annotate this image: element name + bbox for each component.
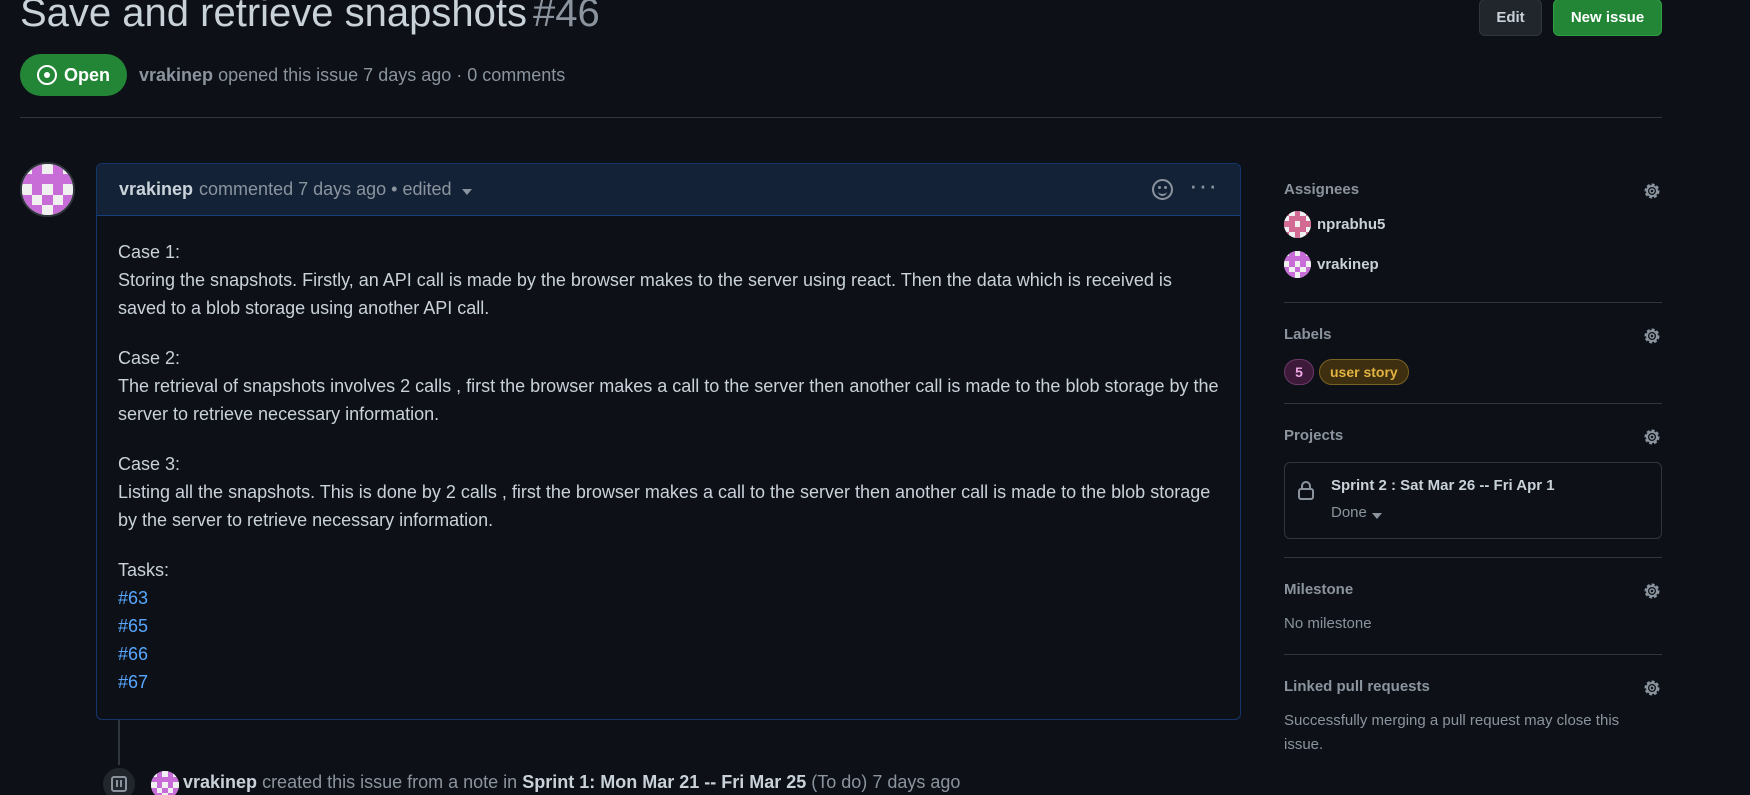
case-paragraph: Case 1: Storing the snapshots. Firstly, … (118, 238, 1222, 322)
timeline-project-link[interactable]: Sprint 1: Mon Mar 21 -- Fri Mar 25 (522, 772, 806, 792)
projects-title: Projects (1284, 427, 1344, 444)
comment-body: Case 1: Storing the snapshots. Firstly, … (97, 216, 1240, 696)
case-text: Listing all the snapshots. This is done … (118, 482, 1211, 530)
timeline-time: 7 days ago (872, 772, 961, 792)
milestone-title: Milestone (1284, 581, 1354, 598)
labels-title: Labels (1284, 326, 1332, 343)
project-card[interactable]: Sprint 2 : Sat Mar 26 -- Fri Apr 1 Done (1284, 462, 1662, 539)
assignees-section: Assignees nprabhu5 vrakinep (1284, 176, 1662, 303)
lock-icon (1298, 481, 1314, 500)
case-heading: Case 3: (118, 454, 181, 474)
identicon-icon (1284, 210, 1311, 238)
comment-header: vrakinep commented 7 days ago • edited ·… (97, 164, 1240, 216)
gear-icon[interactable] (1642, 678, 1662, 698)
issue-title-text: Save and retrieve snapshots (20, 0, 527, 35)
task-link[interactable]: #63 (118, 584, 1222, 612)
linked-prs-section: Linked pull requests Successfully mergin… (1284, 673, 1662, 775)
gear-icon[interactable] (1642, 326, 1662, 346)
edit-button[interactable]: Edit (1479, 0, 1542, 36)
timeline-line (118, 720, 120, 765)
identicon-icon (1284, 250, 1311, 278)
linked-prs-text: Successfully merging a pull request may … (1284, 712, 1620, 753)
comment-box: vrakinep commented 7 days ago • edited ·… (96, 163, 1241, 720)
case-heading: Case 1: (118, 242, 181, 262)
issue-number: #46 (532, 0, 600, 35)
case-heading: Case 2: (118, 348, 181, 368)
timeline-pre: created this issue from a note in (262, 772, 518, 792)
issue-author-link[interactable]: vrakinep (139, 65, 213, 85)
gear-icon[interactable] (1642, 581, 1662, 601)
assignee-name: vrakinep (1317, 255, 1379, 273)
identicon-icon (151, 771, 179, 795)
issue-meta: Open vrakinep opened this issue 7 days a… (20, 54, 565, 96)
avatar[interactable] (20, 162, 75, 217)
comment-actions: ··· (1152, 172, 1218, 200)
timeline-event-badge (101, 766, 137, 795)
timeline-author-link[interactable]: vrakinep (183, 772, 257, 792)
chevron-down-icon (1371, 513, 1382, 519)
task-link[interactable]: #65 (118, 612, 1222, 640)
label-badge[interactable]: user story (1319, 359, 1409, 385)
header-actions: Edit New issue (1479, 0, 1662, 36)
gear-icon[interactable] (1642, 427, 1662, 447)
issue-title: Save and retrieve snapshots #46 (20, 0, 600, 36)
timeline-column: (To do) (811, 772, 868, 792)
project-status-dropdown[interactable]: Done (1331, 504, 1645, 521)
kebab-menu-icon[interactable]: ··· (1189, 172, 1218, 198)
status-label: Open (64, 64, 111, 85)
milestone-section: Milestone No milestone (1284, 576, 1662, 655)
project-icon (111, 776, 127, 792)
identicon-icon (22, 164, 73, 215)
linked-prs-title: Linked pull requests (1284, 678, 1430, 695)
assignee-name: nprabhu5 (1317, 215, 1386, 233)
header-divider (20, 117, 1662, 118)
task-link[interactable]: #67 (118, 668, 1222, 696)
assignee-item[interactable]: vrakinep (1284, 244, 1662, 284)
case-paragraph: Case 3: Listing all the snapshots. This … (118, 450, 1222, 534)
issue-opened-text: opened this issue 7 days ago · 0 comment… (218, 64, 566, 85)
case-text: The retrieval of snapshots involves 2 ca… (118, 376, 1219, 424)
projects-section: Projects Sprint 2 : Sat Mar 26 -- Fri Ap… (1284, 422, 1662, 558)
tasks-heading: Tasks: (118, 560, 170, 580)
comment-author-link[interactable]: vrakinep (119, 179, 193, 200)
milestone-value: No milestone (1284, 615, 1372, 632)
tasks-list: Tasks: #63 #65 #66 #67 (118, 556, 1222, 696)
project-status: Done (1331, 504, 1367, 521)
new-issue-button[interactable]: New issue (1553, 0, 1662, 36)
gear-icon[interactable] (1642, 181, 1662, 201)
timeline-event-text: vrakinep created this issue from a note … (183, 772, 960, 793)
reaction-smiley-icon[interactable] (1152, 179, 1174, 200)
labels-list: 5 user story (1284, 359, 1662, 385)
case-text: Storing the snapshots. Firstly, an API c… (118, 270, 1172, 318)
issue-open-icon (37, 65, 57, 85)
project-name[interactable]: Sprint 2 : Sat Mar 26 -- Fri Apr 1 (1331, 477, 1645, 494)
avatar (1284, 250, 1311, 278)
assignee-item[interactable]: nprabhu5 (1284, 204, 1662, 244)
comment-meta: commented 7 days ago • edited (199, 179, 452, 199)
task-link[interactable]: #66 (118, 640, 1222, 668)
label-badge[interactable]: 5 (1284, 359, 1314, 385)
case-paragraph: Case 2: The retrieval of snapshots invol… (118, 344, 1222, 428)
issue-meta-text: vrakinep opened this issue 7 days ago · … (139, 65, 565, 86)
assignees-title: Assignees (1284, 181, 1360, 198)
avatar (1284, 210, 1311, 238)
issue-sidebar: Assignees nprabhu5 vrakinep Labels 5 use… (1284, 176, 1662, 793)
status-badge: Open (20, 54, 128, 96)
avatar[interactable] (151, 771, 179, 795)
edit-history-caret-icon[interactable] (461, 188, 472, 195)
labels-section: Labels 5 user story (1284, 321, 1662, 404)
